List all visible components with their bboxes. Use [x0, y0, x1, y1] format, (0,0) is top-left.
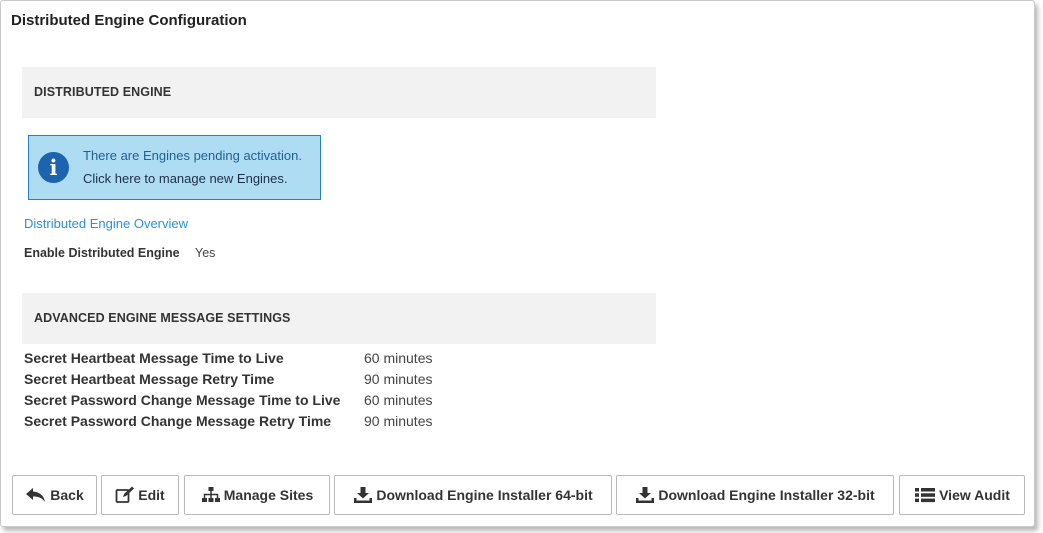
setting-label: Secret Password Change Message Retry Tim…	[24, 413, 332, 429]
download-installer-64-button[interactable]: Download Engine Installer 64-bit	[334, 475, 612, 515]
setting-label: Secret Heartbeat Message Time to Live	[24, 350, 284, 366]
setting-value: 60 minutes	[364, 392, 433, 408]
section-header-distributed-engine: DISTRIBUTED ENGINE	[22, 67, 656, 118]
alert-message: There are Engines pending activation.	[83, 148, 302, 163]
download-installer-64-label: Download Engine Installer 64-bit	[376, 487, 593, 503]
setting-value: 90 minutes	[364, 413, 433, 429]
setting-row: Secret Heartbeat Message Retry Time 90 m…	[24, 371, 524, 392]
download-installer-32-label: Download Engine Installer 32-bit	[658, 487, 875, 503]
setting-row: Secret Password Change Message Time to L…	[24, 392, 524, 413]
setting-value: 60 minutes	[364, 350, 433, 366]
download-icon	[636, 487, 655, 503]
edit-button-label: Edit	[138, 487, 165, 503]
pending-engines-alert[interactable]: i There are Engines pending activation. …	[28, 135, 321, 200]
sitemap-icon	[201, 487, 220, 502]
setting-row: Secret Heartbeat Message Time to Live 60…	[24, 350, 524, 371]
view-audit-button[interactable]: View Audit	[899, 475, 1025, 515]
manage-sites-button[interactable]: Manage Sites	[184, 475, 330, 515]
back-button-label: Back	[50, 487, 84, 503]
alert-action-text[interactable]: Click here to manage new Engines.	[83, 171, 288, 186]
page-title: Distributed Engine Configuration	[11, 12, 247, 29]
list-icon	[915, 488, 936, 503]
advanced-settings-list: Secret Heartbeat Message Time to Live 60…	[24, 350, 524, 434]
download-installer-32-button[interactable]: Download Engine Installer 32-bit	[616, 475, 894, 515]
back-arrow-icon	[26, 488, 46, 502]
config-panel: Distributed Engine Configuration DISTRIB…	[0, 0, 1035, 527]
manage-sites-button-label: Manage Sites	[223, 487, 314, 503]
section-header-advanced-settings: ADVANCED ENGINE MESSAGE SETTINGS	[22, 293, 656, 344]
enable-distributed-engine-label: Enable Distributed Engine	[24, 246, 180, 260]
setting-value: 90 minutes	[364, 371, 433, 387]
enable-distributed-engine-value: Yes	[195, 246, 216, 260]
back-button[interactable]: Back	[12, 475, 97, 515]
info-icon: i	[38, 152, 69, 183]
edit-icon	[115, 486, 135, 503]
setting-label: Secret Password Change Message Time to L…	[24, 392, 341, 408]
distributed-engine-overview-link[interactable]: Distributed Engine Overview	[24, 216, 188, 231]
view-audit-label: View Audit	[939, 487, 1010, 503]
setting-label: Secret Heartbeat Message Retry Time	[24, 371, 275, 387]
setting-row: Secret Password Change Message Retry Tim…	[24, 413, 524, 434]
download-icon	[354, 487, 373, 503]
edit-button[interactable]: Edit	[101, 475, 179, 515]
